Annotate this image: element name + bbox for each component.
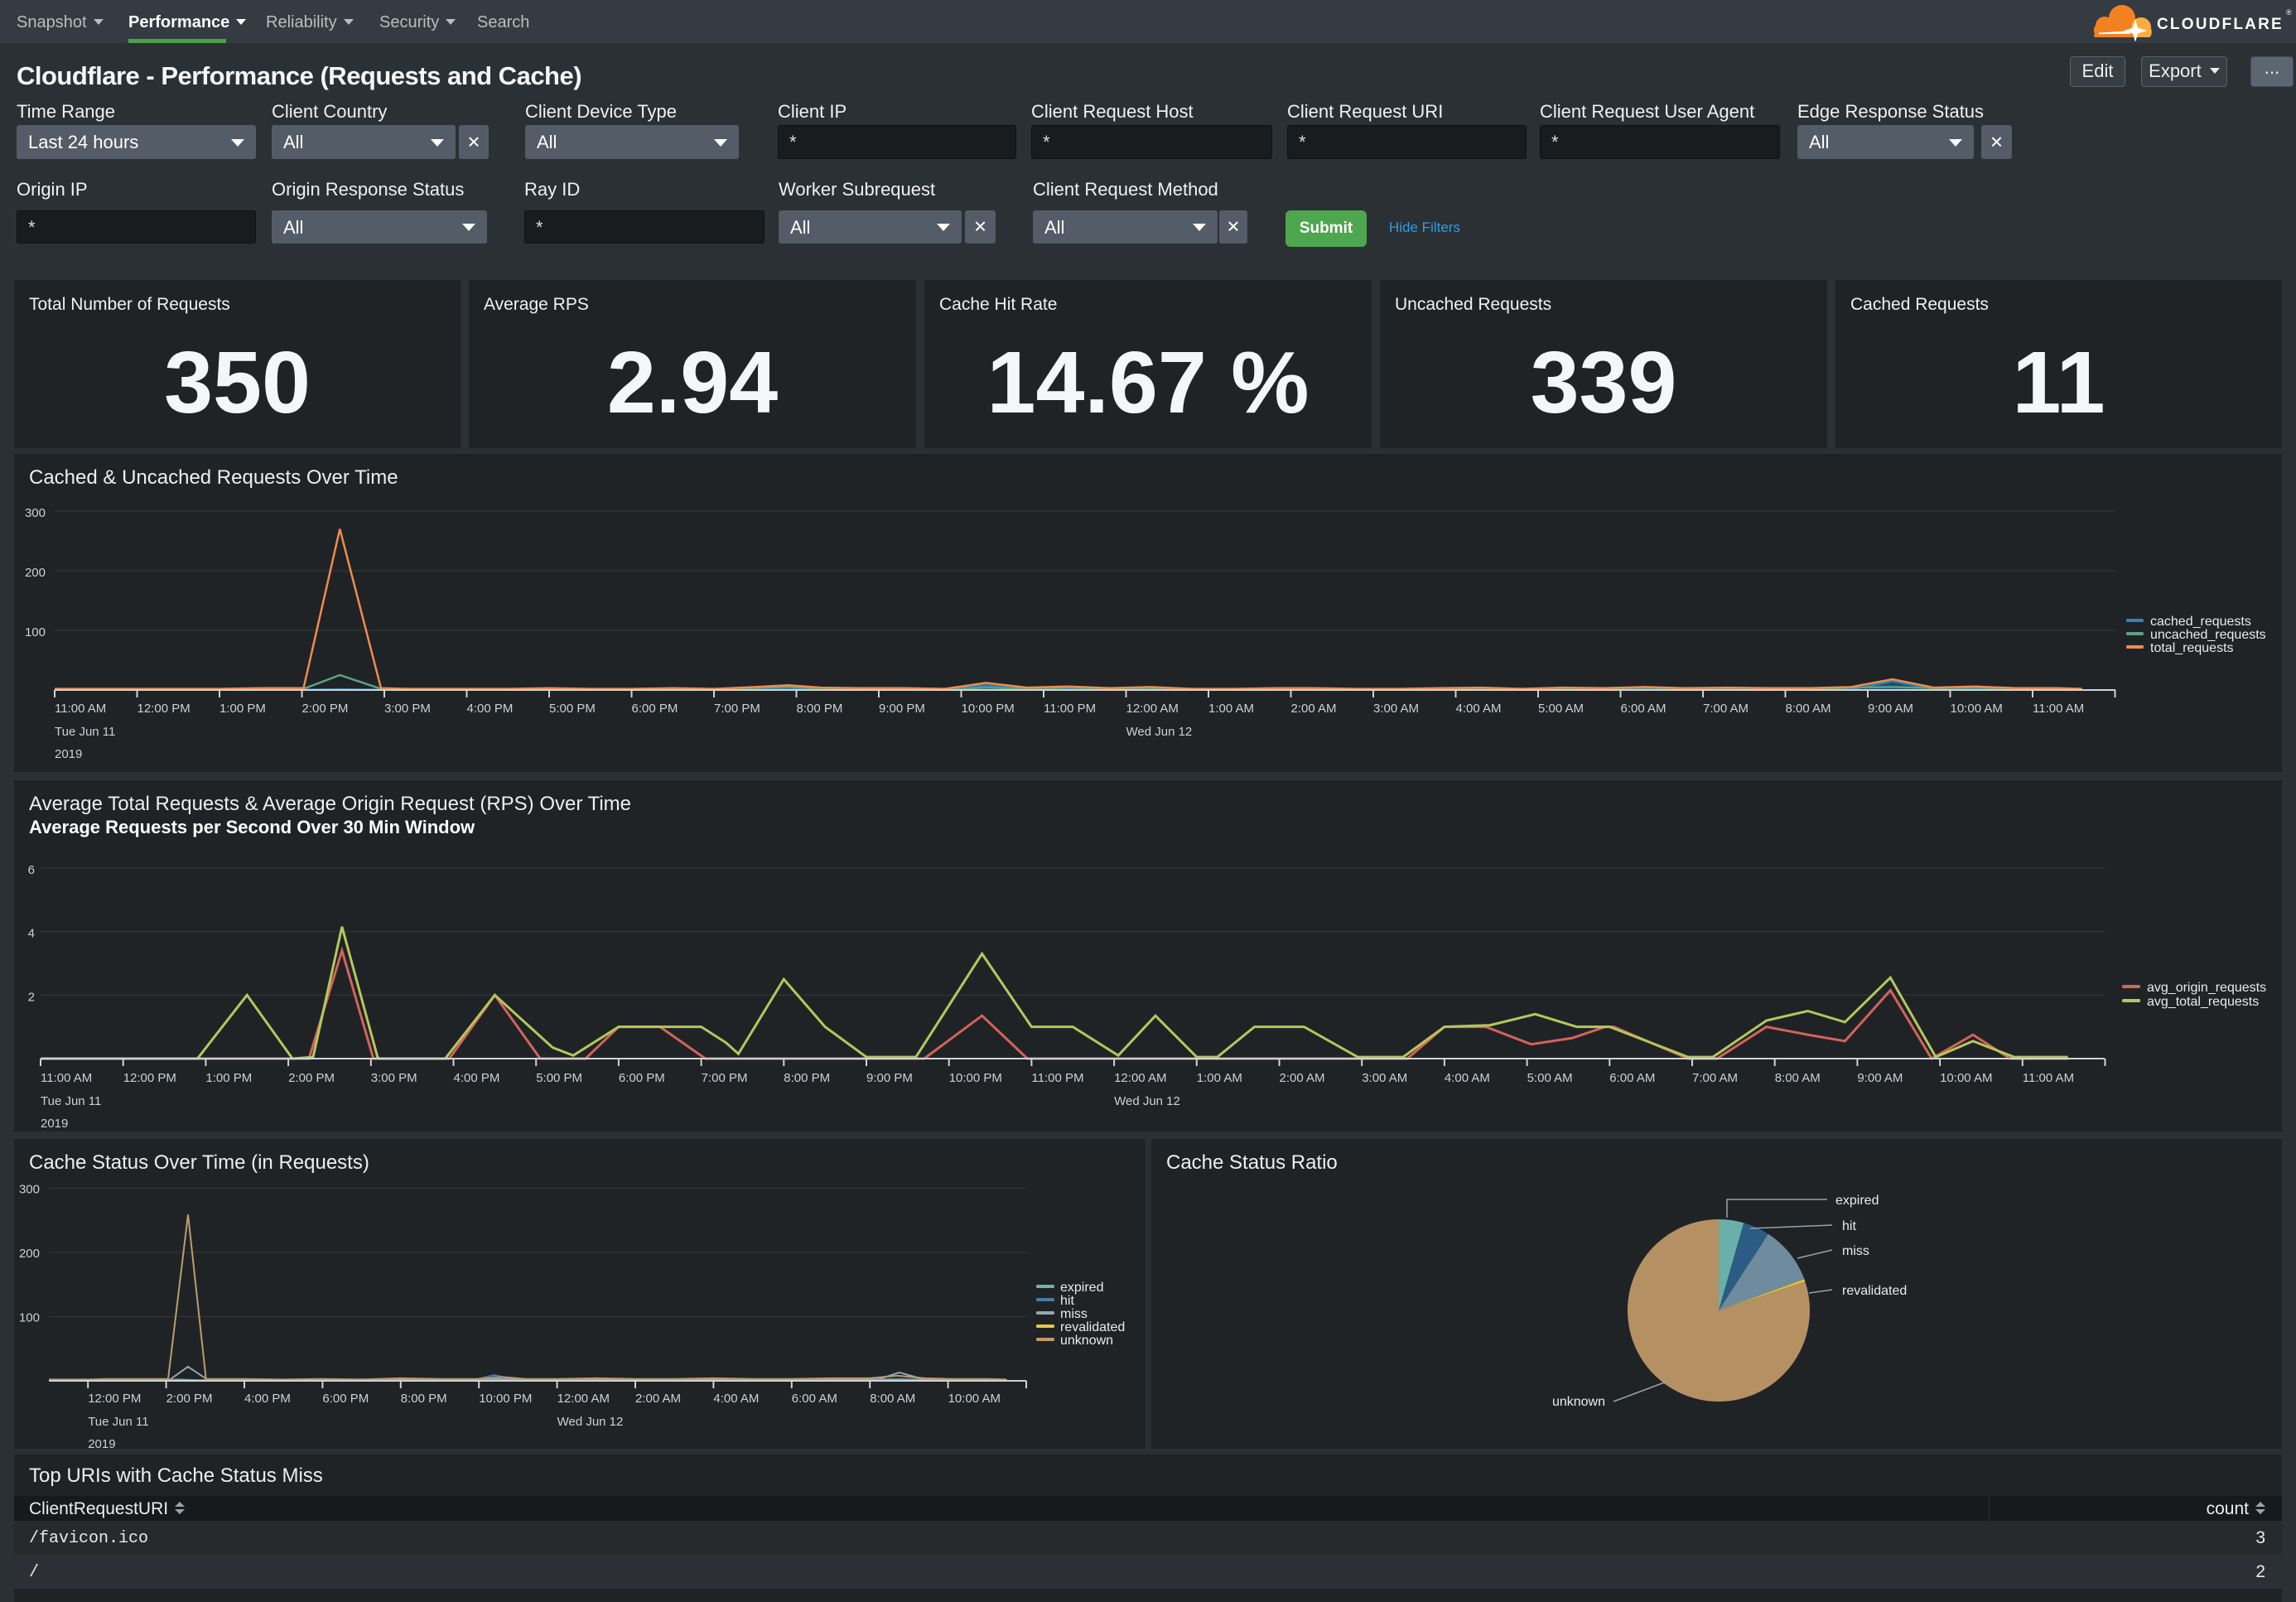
svg-text:6:00 PM: 6:00 PM <box>619 1071 665 1085</box>
svg-text:2:00 PM: 2:00 PM <box>288 1071 335 1085</box>
svg-text:2: 2 <box>28 990 35 1004</box>
svg-text:4:00 PM: 4:00 PM <box>454 1071 500 1085</box>
svg-text:12:00 AM: 12:00 AM <box>1126 702 1179 716</box>
svg-text:miss: miss <box>1060 1307 1088 1321</box>
svg-text:6:00 PM: 6:00 PM <box>322 1392 369 1406</box>
svg-text:hit: hit <box>1842 1219 1856 1233</box>
svg-text:Tue Jun 11: Tue Jun 11 <box>41 1094 101 1108</box>
svg-text:6:00 AM: 6:00 AM <box>792 1392 837 1406</box>
svg-text:100: 100 <box>19 1311 40 1325</box>
svg-text:expired: expired <box>1060 1281 1103 1295</box>
svg-text:200: 200 <box>19 1247 40 1261</box>
svg-text:revalidated: revalidated <box>1060 1320 1125 1334</box>
svg-text:3:00 PM: 3:00 PM <box>384 702 431 716</box>
svg-text:2:00 PM: 2:00 PM <box>166 1392 213 1406</box>
svg-text:Wed Jun 12: Wed Jun 12 <box>1126 725 1193 739</box>
svg-text:5:00 AM: 5:00 AM <box>1527 1071 1573 1085</box>
svg-text:hit: hit <box>1060 1294 1074 1308</box>
svg-text:11:00 AM: 11:00 AM <box>55 702 106 716</box>
svg-text:6:00 PM: 6:00 PM <box>632 702 678 716</box>
svg-text:10:00 AM: 10:00 AM <box>1951 702 2003 716</box>
svg-text:11:00 PM: 11:00 PM <box>1044 702 1096 716</box>
svg-text:7:00 PM: 7:00 PM <box>702 1071 748 1085</box>
svg-text:2:00 AM: 2:00 AM <box>1291 702 1337 716</box>
svg-text:3:00 AM: 3:00 AM <box>1373 702 1419 716</box>
svg-text:8:00 PM: 8:00 PM <box>797 702 843 716</box>
svg-text:10:00 AM: 10:00 AM <box>948 1392 1001 1406</box>
svg-text:2:00 AM: 2:00 AM <box>1280 1071 1325 1085</box>
svg-text:300: 300 <box>25 506 46 520</box>
svg-text:miss: miss <box>1842 1244 1869 1258</box>
svg-text:CLOUDFLARE: CLOUDFLARE <box>2157 16 2284 33</box>
svg-text:12:00 AM: 12:00 AM <box>1114 1071 1166 1085</box>
svg-text:5:00 PM: 5:00 PM <box>549 702 596 716</box>
svg-text:5:00 AM: 5:00 AM <box>1538 702 1584 716</box>
svg-text:8:00 PM: 8:00 PM <box>401 1392 447 1406</box>
svg-text:10:00 PM: 10:00 PM <box>962 702 1015 716</box>
svg-text:10:00 AM: 10:00 AM <box>1940 1071 1992 1085</box>
svg-text:®: ® <box>2286 8 2292 17</box>
svg-text:cached_requests: cached_requests <box>2150 615 2251 629</box>
svg-text:unknown: unknown <box>1060 1334 1113 1348</box>
svg-text:expired: expired <box>1835 1194 1879 1208</box>
svg-text:Tue Jun 11: Tue Jun 11 <box>88 1415 148 1429</box>
svg-text:revalidated: revalidated <box>1842 1284 1907 1298</box>
svg-text:6:00 AM: 6:00 AM <box>1621 702 1667 716</box>
svg-text:11:00 AM: 11:00 AM <box>2033 702 2084 716</box>
svg-text:1:00 PM: 1:00 PM <box>205 1071 252 1085</box>
svg-text:12:00 PM: 12:00 PM <box>123 1071 176 1085</box>
svg-text:8:00 AM: 8:00 AM <box>1775 1071 1821 1085</box>
svg-text:unknown: unknown <box>1552 1395 1605 1409</box>
svg-text:3:00 PM: 3:00 PM <box>371 1071 417 1085</box>
svg-text:8:00 AM: 8:00 AM <box>1786 702 1831 716</box>
svg-text:7:00 AM: 7:00 AM <box>1703 702 1749 716</box>
svg-text:1:00 AM: 1:00 AM <box>1197 1071 1242 1085</box>
svg-text:9:00 AM: 9:00 AM <box>1857 1071 1903 1085</box>
svg-text:200: 200 <box>25 566 46 580</box>
svg-text:4:00 PM: 4:00 PM <box>244 1392 291 1406</box>
svg-text:total_requests: total_requests <box>2150 641 2234 655</box>
svg-text:4:00 AM: 4:00 AM <box>713 1392 759 1406</box>
svg-text:100: 100 <box>25 625 46 639</box>
svg-text:1:00 PM: 1:00 PM <box>219 702 266 716</box>
svg-text:9:00 PM: 9:00 PM <box>879 702 925 716</box>
svg-text:11:00 AM: 11:00 AM <box>2023 1071 2074 1085</box>
svg-text:2019: 2019 <box>88 1437 115 1451</box>
svg-text:uncached_requests: uncached_requests <box>2150 628 2266 642</box>
svg-text:11:00 PM: 11:00 PM <box>1031 1071 1083 1085</box>
svg-text:9:00 AM: 9:00 AM <box>1868 702 1913 716</box>
svg-text:2019: 2019 <box>41 1117 68 1131</box>
svg-text:4:00 PM: 4:00 PM <box>467 702 514 716</box>
svg-text:2:00 AM: 2:00 AM <box>635 1392 681 1406</box>
svg-text:12:00 PM: 12:00 PM <box>88 1392 141 1406</box>
svg-text:avg_origin_requests: avg_origin_requests <box>2147 981 2266 995</box>
svg-text:2019: 2019 <box>55 747 82 761</box>
svg-text:9:00 PM: 9:00 PM <box>866 1071 913 1085</box>
svg-text:5:00 PM: 5:00 PM <box>536 1071 582 1085</box>
svg-text:1:00 AM: 1:00 AM <box>1208 702 1254 716</box>
svg-text:12:00 AM: 12:00 AM <box>557 1392 610 1406</box>
svg-text:7:00 AM: 7:00 AM <box>1692 1071 1738 1085</box>
svg-text:4:00 AM: 4:00 AM <box>1445 1071 1490 1085</box>
svg-text:7:00 PM: 7:00 PM <box>714 702 760 716</box>
svg-text:6: 6 <box>28 863 35 877</box>
svg-text:Wed Jun 12: Wed Jun 12 <box>1114 1094 1180 1108</box>
svg-text:Tue Jun 11: Tue Jun 11 <box>55 725 115 739</box>
svg-text:4:00 AM: 4:00 AM <box>1456 702 1502 716</box>
svg-text:2:00 PM: 2:00 PM <box>302 702 349 716</box>
svg-text:avg_total_requests: avg_total_requests <box>2147 995 2259 1009</box>
svg-text:11:00 AM: 11:00 AM <box>41 1071 92 1085</box>
svg-text:8:00 PM: 8:00 PM <box>784 1071 830 1085</box>
svg-text:3:00 AM: 3:00 AM <box>1362 1071 1407 1085</box>
svg-text:12:00 PM: 12:00 PM <box>137 702 191 716</box>
svg-text:4: 4 <box>28 927 35 941</box>
svg-text:Wed Jun 12: Wed Jun 12 <box>557 1415 624 1429</box>
svg-text:6:00 AM: 6:00 AM <box>1609 1071 1655 1085</box>
svg-text:8:00 AM: 8:00 AM <box>870 1392 915 1406</box>
svg-text:10:00 PM: 10:00 PM <box>479 1392 532 1406</box>
svg-text:300: 300 <box>19 1183 40 1197</box>
svg-text:10:00 PM: 10:00 PM <box>949 1071 1002 1085</box>
